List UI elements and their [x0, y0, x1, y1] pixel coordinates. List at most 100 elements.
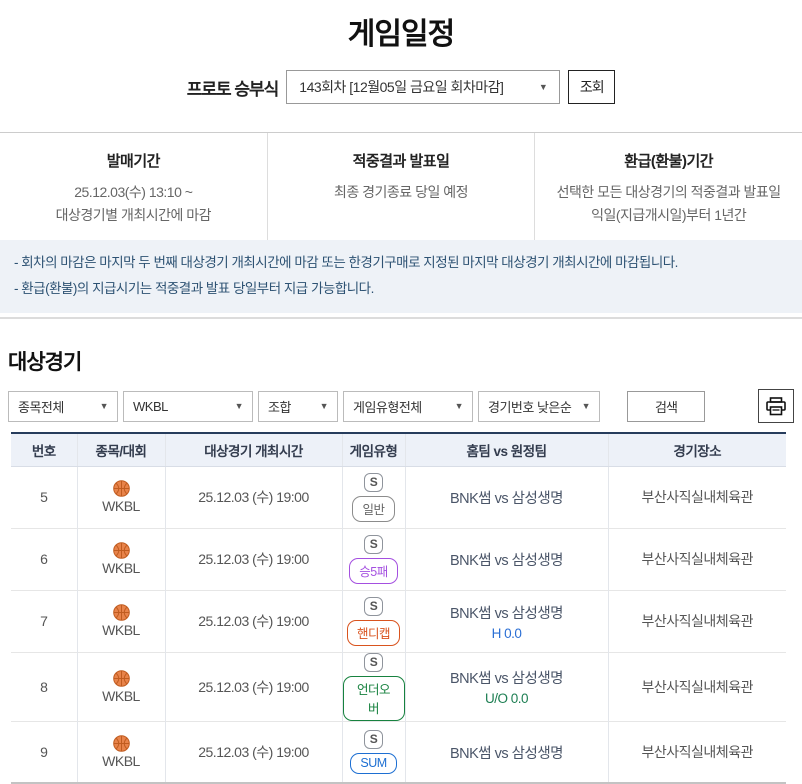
- sort-filter-value: 경기번호 낮은순: [488, 399, 572, 415]
- table-row: 6 WKBL 25.12.03 (수) 19:00 S 승5패 BNK썸 vs …: [11, 527, 786, 591]
- league-name: WKBL: [102, 753, 140, 770]
- league-cell: WKBL: [76, 466, 165, 529]
- game-schedule-page: 게임일정 프로토 승부식 143회차 [12월05일 금요일 회차마감] ▼ 조…: [0, 0, 802, 784]
- teams: BNK썸 vs 삼성생명: [449, 605, 564, 622]
- league-cell: WKBL: [76, 651, 165, 722]
- league-name: WKBL: [102, 498, 140, 515]
- teams: BNK썸 vs 삼성생명: [449, 490, 564, 507]
- game-time: 25.12.03 (수) 19:00: [164, 589, 342, 653]
- game-type-badge: 일반: [352, 495, 395, 522]
- combo-filter-select[interactable]: 조합 ▼: [258, 390, 338, 422]
- league-name: WKBL: [102, 560, 140, 577]
- teams-cell: BNK썸 vs 삼성생명: [404, 720, 608, 784]
- teams-cell: BNK썸 vs 삼성생명 U/O 0.0: [404, 651, 608, 722]
- col-header-time: 대상경기 개최시간: [164, 433, 342, 467]
- inquiry-button[interactable]: 조회: [568, 70, 616, 104]
- info-title: 적중결과 발표일: [352, 153, 450, 170]
- league-name: WKBL: [102, 622, 140, 639]
- game-type-cell: S SUM: [341, 720, 405, 784]
- search-button[interactable]: 검색: [627, 390, 705, 422]
- single-game-icon: S: [364, 596, 383, 616]
- venue: 부산사직실내체육관: [607, 466, 786, 529]
- game-type-badge: 핸디캡: [346, 619, 400, 646]
- game-type-badge: 언더오버: [342, 675, 405, 721]
- game-time: 25.12.03 (수) 19:00: [164, 720, 342, 784]
- game-number: 5: [40, 489, 48, 506]
- teams-cell: BNK썸 vs 삼성생명: [404, 527, 608, 591]
- notice-box: - 회차의 마감은 마지막 두 번째 대상경기 개최시간에 마감 또는 한경기구…: [0, 240, 802, 314]
- games-table-header: 번호 종목/대회 대상경기 개최시간 게임유형 홈팀 vs 원정팀 경기장소: [11, 433, 786, 467]
- handicap-value: U/O 0.0: [484, 691, 529, 707]
- printer-icon: [766, 396, 786, 416]
- teams: BNK썸 vs 삼성생명: [449, 552, 564, 569]
- basketball-icon: [112, 604, 130, 622]
- col-header-number: 번호: [11, 433, 77, 467]
- info-title: 환급(환불)기간: [624, 153, 714, 170]
- venue: 부산사직실내체육관: [607, 720, 786, 784]
- col-header-teams: 홈팀 vs 원정팀: [404, 433, 608, 467]
- game-type-badge: SUM: [350, 753, 397, 775]
- league-cell: WKBL: [76, 589, 165, 653]
- game-time: 25.12.03 (수) 19:00: [164, 466, 342, 529]
- league-cell: WKBL: [76, 720, 165, 784]
- game-number: 9: [11, 720, 77, 784]
- basketball-icon: [112, 669, 130, 687]
- proto-label: 프로토 승부식: [186, 79, 280, 99]
- sport-filter-value: 종목전체: [18, 399, 64, 415]
- table-row: 8 WKBL 25.12.03 (수) 19:00 S 언더오버 BNK썸 vs…: [11, 651, 786, 722]
- handicap-value: H 0.0: [491, 625, 522, 641]
- info-col-result-date: 적중결과 발표일 최종 경기종료 당일 예정: [266, 133, 535, 240]
- table-row: 9 WKBL 25.12.03 (수) 19:00 S SUM BNK썸 vs …: [11, 720, 786, 784]
- games-table: 번호 종목/대회 대상경기 개최시간 게임유형 홈팀 vs 원정팀 경기장소 5…: [11, 432, 786, 784]
- game-type-cell: S 핸디캡: [341, 589, 405, 653]
- game-time: 25.12.03 (수) 19:00: [164, 527, 342, 591]
- venue: 부산사직실내체육관: [607, 589, 786, 653]
- round-select[interactable]: 143회차 [12월05일 금요일 회차마감] ▼: [286, 70, 561, 104]
- round-selector-bar: 프로토 승부식 143회차 [12월05일 금요일 회차마감] ▼ 조회: [0, 70, 802, 104]
- teams: BNK썸 vs 삼성생명: [449, 671, 564, 688]
- info-title: 발매기간: [106, 153, 161, 170]
- venue: 부산사직실내체육관: [607, 527, 786, 591]
- col-header-venue: 경기장소: [607, 433, 786, 467]
- target-games-title: 대상경기: [8, 351, 82, 375]
- sale-info-section: 발매기간 25.12.03(수) 13:10 ~ 대상경기별 개최시간에 마감 …: [0, 132, 802, 240]
- league-filter-select[interactable]: WKBL ▼: [123, 390, 253, 422]
- filter-bar: 종목전체 ▼ WKBL ▼ 조합 ▼ 게임유형전체 ▼ 경기번호 낮은순 ▼ 검…: [8, 389, 794, 424]
- info-line: 25.12.03(수) 13:10 ~: [74, 184, 193, 200]
- chevron-down-icon: ▼: [538, 82, 548, 92]
- round-select-value: 143회차 [12월05일 금요일 회차마감]: [299, 79, 504, 95]
- chevron-down-icon: ▼: [234, 401, 244, 412]
- print-button[interactable]: [758, 389, 794, 424]
- league-cell: WKBL: [76, 527, 165, 591]
- game-number: 7: [11, 589, 77, 653]
- col-header-league: 종목/대회: [76, 433, 165, 467]
- single-game-icon: S: [364, 730, 383, 750]
- game-number: 8: [11, 651, 77, 722]
- sort-filter-select[interactable]: 경기번호 낮은순 ▼: [478, 390, 600, 422]
- section-divider: [0, 317, 802, 320]
- chevron-down-icon: ▼: [99, 401, 109, 412]
- table-row: 7 WKBL 25.12.03 (수) 19:00 S 핸디캡 BNK썸 vs …: [11, 589, 786, 653]
- info-col-sale-period: 발매기간 25.12.03(수) 13:10 ~ 대상경기별 개최시간에 마감: [0, 133, 267, 240]
- game-time: 25.12.03 (수) 19:00: [164, 651, 342, 722]
- single-game-icon: S: [364, 534, 383, 554]
- teams-cell: BNK썸 vs 삼성생명: [404, 466, 608, 529]
- teams: BNK썸 vs 삼성생명: [449, 745, 564, 762]
- basketball-icon: [112, 480, 130, 498]
- info-line: 익일(지급개시일)부터 1년간: [591, 207, 747, 224]
- chevron-down-icon: ▼: [454, 401, 464, 412]
- page-title: 게임일정: [347, 18, 455, 51]
- game-type-filter-value: 게임유형전체: [353, 399, 422, 415]
- game-type-cell: S 승5패: [341, 527, 405, 591]
- game-type-cell: S 언더오버: [341, 651, 405, 722]
- league-filter-value: WKBL: [133, 398, 168, 414]
- teams-cell: BNK썸 vs 삼성생명 H 0.0: [404, 589, 608, 653]
- info-line: 대상경기별 개최시간에 마감: [55, 207, 212, 224]
- info-col-refund-period: 환급(환불)기간 선택한 모든 대상경기의 적중결과 발표일 익일(지급개시일)…: [534, 133, 802, 240]
- game-number: 6: [11, 527, 77, 591]
- single-game-icon: S: [364, 472, 383, 492]
- game-type-filter-select[interactable]: 게임유형전체 ▼: [343, 390, 473, 422]
- game-type-badge: 승5패: [349, 557, 398, 584]
- sport-filter-select[interactable]: 종목전체 ▼: [8, 390, 118, 422]
- table-row: 5 WKBL 25.12.03 (수) 19:00 S 일반 BNK썸 vs 삼…: [11, 466, 786, 529]
